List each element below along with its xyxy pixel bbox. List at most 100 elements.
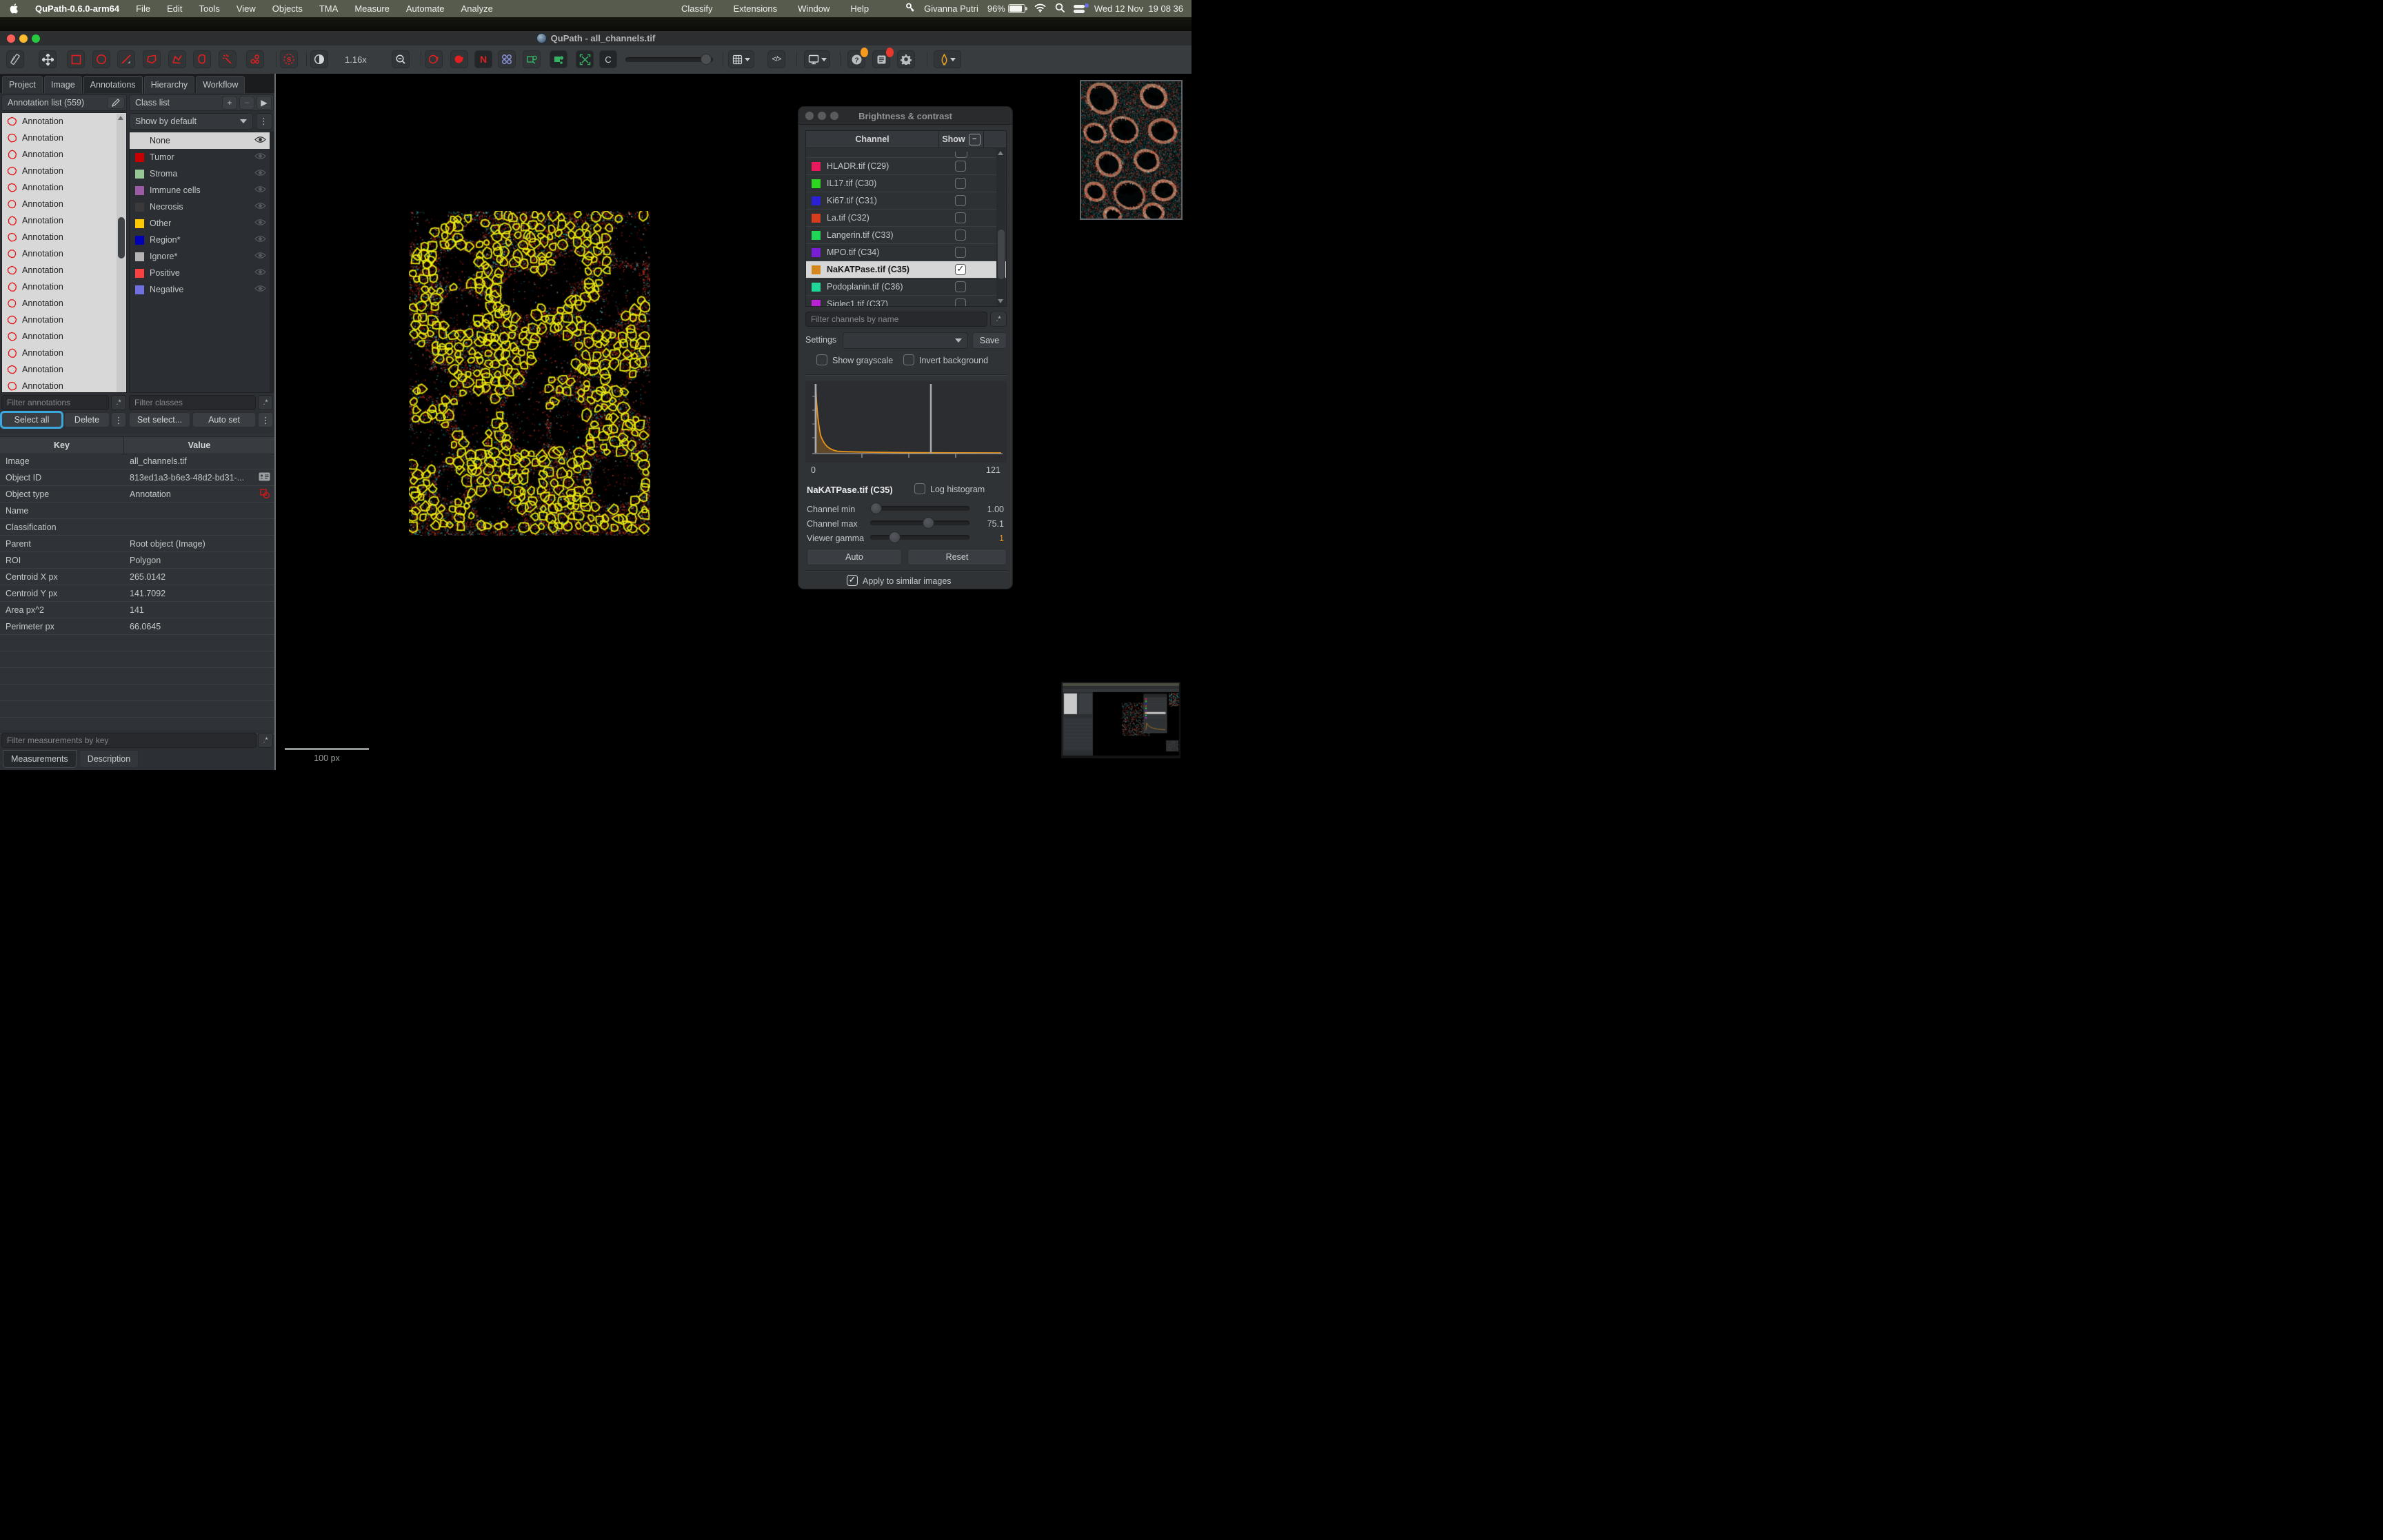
fill-detections-button[interactable] — [550, 50, 567, 68]
property-row[interactable]: Object type Annotation — [0, 486, 274, 503]
script-editor-button[interactable]: </> — [767, 50, 785, 68]
class-list-item[interactable]: Region* — [130, 232, 273, 248]
bottom-tab[interactable]: Description — [79, 750, 139, 768]
class-list-item[interactable]: Tumor — [130, 149, 273, 165]
channel-row[interactable]: Podoplanin.tif (C36) — [806, 278, 1006, 296]
eye-visibility-icon[interactable] — [254, 152, 266, 162]
annotation-list-item[interactable]: Annotation — [2, 179, 126, 196]
annotation-list-item[interactable]: Annotation — [2, 262, 126, 278]
delete-button[interactable]: Delete — [64, 412, 110, 427]
property-row[interactable]: Name — [0, 503, 274, 519]
eye-visibility-icon[interactable] — [254, 285, 266, 294]
polygon-tool-button[interactable] — [143, 50, 161, 68]
filter-measurements-input[interactable] — [1, 733, 257, 748]
class-list-item[interactable]: Ignore* — [130, 248, 273, 265]
annotation-list-item[interactable]: Annotation — [2, 163, 126, 179]
menu-item[interactable]: Measure — [354, 3, 390, 14]
class-list-item[interactable]: Negative — [130, 281, 273, 298]
panel-tab[interactable]: Annotations — [83, 76, 143, 93]
channel-show-checkbox[interactable] — [955, 230, 966, 241]
channel-viewer-button[interactable]: C — [599, 50, 617, 68]
brightness-contrast-button[interactable] — [310, 50, 328, 68]
property-row[interactable] — [0, 718, 274, 734]
brush-tool-button[interactable] — [193, 50, 211, 68]
annotation-list-item[interactable]: Annotation — [2, 378, 126, 393]
apply-similar-checkbox[interactable] — [847, 575, 858, 586]
channels-regex-button[interactable]: .* — [990, 312, 1007, 327]
class-list-scrollbar[interactable] — [270, 132, 273, 392]
channel-max-knob[interactable] — [923, 517, 934, 529]
channel-column-header[interactable]: Channel — [806, 131, 939, 148]
class-expand-button[interactable]: ▶ — [257, 96, 272, 110]
channel-show-checkbox[interactable] — [955, 212, 966, 223]
scrollbar-thumb[interactable] — [998, 230, 1005, 279]
filter-channels-input[interactable] — [805, 312, 987, 327]
control-center-icon[interactable] — [1074, 5, 1085, 13]
menu-item[interactable]: Window — [798, 3, 829, 14]
measurement-tables-button[interactable] — [728, 50, 754, 68]
classes-regex-button[interactable]: .* — [258, 395, 273, 410]
eye-visibility-icon[interactable] — [254, 268, 266, 278]
menu-item[interactable]: Automate — [406, 3, 445, 14]
viewer-gamma-knob[interactable] — [889, 531, 901, 543]
selection-mode-button[interactable]: S — [280, 50, 298, 68]
annotation-list-item[interactable]: Annotation — [2, 345, 126, 361]
menu-item[interactable]: Classify — [681, 3, 713, 14]
tma-grid-button[interactable] — [498, 50, 516, 68]
channel-row[interactable]: Langerin.tif (C33) — [806, 227, 1006, 244]
panel-tab[interactable]: Image — [44, 76, 82, 93]
scrollbar-thumb[interactable] — [118, 217, 125, 259]
auto-button[interactable]: Auto — [807, 549, 902, 565]
class-list-item[interactable]: None — [130, 132, 273, 149]
annotation-list-item[interactable]: Annotation — [2, 278, 126, 295]
eye-visibility-icon[interactable] — [254, 252, 266, 261]
property-row[interactable]: Classification — [0, 519, 274, 536]
reset-button[interactable]: Reset — [907, 549, 1007, 565]
save-settings-button[interactable]: Save — [972, 332, 1007, 349]
channel-min-slider[interactable] — [870, 503, 969, 514]
channel-row[interactable]: Ki67.tif (C31) — [806, 192, 1006, 210]
rectangle-tool-button[interactable] — [67, 50, 85, 68]
property-row[interactable]: Image all_channels.tif — [0, 453, 274, 469]
annotation-list-item[interactable]: Annotation — [2, 113, 126, 130]
menu-clock[interactable]: Wed 12 Nov 19 08 36 — [1094, 3, 1183, 14]
property-row[interactable]: Centroid Y px 141.7092 — [0, 585, 274, 602]
move-tool-button[interactable] — [39, 50, 57, 68]
filter-annotations-input[interactable] — [1, 395, 109, 410]
class-options-button[interactable]: ⋮ — [256, 113, 272, 130]
channel-show-checkbox[interactable] — [955, 195, 966, 206]
property-row[interactable]: ROI Polygon — [0, 552, 274, 569]
image-viewer[interactable]: 100 px Brightness & contrast Channel Sho… — [276, 74, 1192, 770]
settings-dropdown[interactable] — [843, 332, 968, 349]
menu-item[interactable]: Extensions — [734, 3, 778, 14]
menu-item[interactable]: Edit — [167, 3, 182, 14]
scroll-up-arrow[interactable] — [998, 151, 1003, 155]
show-names-button[interactable]: N — [474, 50, 492, 68]
set-selected-button[interactable]: Set select... — [129, 412, 190, 427]
property-row[interactable]: Area px^2 141 — [0, 602, 274, 618]
class-list-item[interactable]: Other — [130, 215, 273, 232]
window-preview-thumbnail[interactable] — [1061, 682, 1180, 758]
line-tool-button[interactable] — [117, 50, 135, 68]
show-grayscale-checkbox[interactable] — [816, 354, 827, 365]
class-display-mode-dropdown[interactable]: Show by default — [129, 113, 253, 130]
eye-visibility-icon[interactable] — [254, 136, 266, 145]
property-row[interactable] — [0, 651, 274, 668]
channel-show-checkbox[interactable] — [955, 264, 966, 275]
channel-show-checkbox[interactable] — [955, 298, 966, 307]
auto-set-button[interactable]: Auto set — [192, 412, 256, 427]
annotation-list-item[interactable]: Annotation — [2, 146, 126, 163]
eye-visibility-icon[interactable] — [254, 202, 266, 212]
class-list-item[interactable]: Stroma — [130, 165, 273, 182]
show-annotations-button[interactable] — [425, 50, 443, 68]
add-class-button[interactable]: + — [222, 96, 237, 110]
menu-item[interactable]: Help — [850, 3, 869, 14]
channel-show-checkbox[interactable] — [955, 247, 966, 258]
channel-row[interactable]: MPO.tif (C34) — [806, 244, 1006, 261]
panel-tab[interactable]: Hierarchy — [144, 76, 195, 93]
channel-show-checkbox[interactable] — [955, 161, 966, 172]
channel-row[interactable]: Siglec1.tif (C37) — [806, 296, 1006, 306]
annotation-list-scrollbar[interactable] — [117, 114, 125, 393]
eye-visibility-icon[interactable] — [254, 219, 266, 228]
annotation-list-item[interactable]: Annotation — [2, 245, 126, 262]
